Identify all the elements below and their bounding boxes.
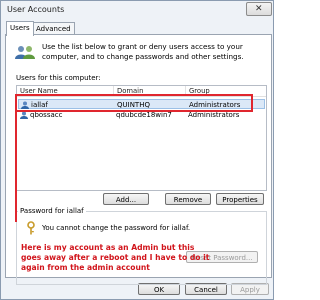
close-icon: ✕ xyxy=(255,4,263,14)
remove-button[interactable]: Remove xyxy=(165,193,211,205)
add-button[interactable]: Add... xyxy=(103,193,149,205)
close-button[interactable]: ✕ xyxy=(246,2,272,16)
window-title: User Accounts xyxy=(7,5,65,14)
users-panel: Use the list below to grant or deny user… xyxy=(5,34,272,285)
annotation-text: Here is my account as an Admin but this … xyxy=(21,243,210,272)
tab-users[interactable]: Users xyxy=(6,21,34,36)
password-message: You cannot change the password for ialla… xyxy=(42,224,191,232)
properties-button[interactable]: Properties xyxy=(216,193,264,205)
title-bar[interactable]: User Accounts ✕ xyxy=(1,1,273,16)
key-icon xyxy=(27,221,35,235)
highlight-connector xyxy=(15,106,17,222)
users-icon xyxy=(15,46,35,59)
user-icon xyxy=(20,111,28,119)
intro-text: Use the list below to grant or deny user… xyxy=(42,42,244,61)
password-group-title: Password for iallaf xyxy=(18,207,86,215)
users-for-computer-label: Users for this computer: xyxy=(16,74,101,82)
highlight-box xyxy=(15,94,253,112)
user-accounts-window: User Accounts ✕ Users Advanced Use the l… xyxy=(0,0,274,300)
